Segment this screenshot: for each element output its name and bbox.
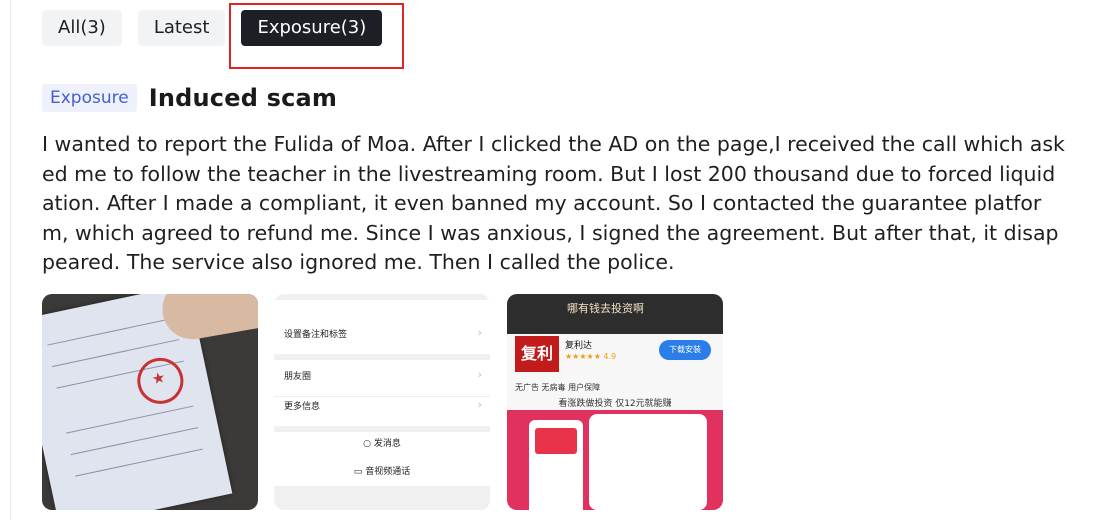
chevron-right-icon: › <box>477 368 482 381</box>
doc-line <box>47 317 175 346</box>
app-logo-icon: 复利 <box>515 336 559 372</box>
doc-line <box>70 427 198 456</box>
tab-latest[interactable]: Latest <box>137 10 226 46</box>
post-category-tag[interactable]: Exposure <box>42 84 137 112</box>
phone-mockup <box>529 420 583 510</box>
phone-screen <box>535 428 577 454</box>
app-rating: ★★★★★ 4.9 <box>565 352 617 361</box>
ad-slogan: 看涨跌做投资 仅12元就能赚 <box>558 399 672 409</box>
chevron-right-icon: › <box>477 326 482 339</box>
post-title[interactable]: Induced scam <box>149 84 337 112</box>
download-button: 下载安装 <box>659 340 711 360</box>
doc-line <box>75 448 203 477</box>
video-banner: 哪有钱去投资啊 <box>507 294 723 334</box>
settings-row-label: 设置备注和标签 <box>284 330 348 340</box>
post-body: I wanted to report the Fulida of Moa. Af… <box>42 132 1065 275</box>
post-image-document-photo[interactable] <box>42 294 258 510</box>
chat-bubble-icon: ○ <box>363 439 371 449</box>
tab-all[interactable]: All(3) <box>42 10 122 46</box>
annotation-highlight-box <box>229 3 404 69</box>
banner-caption: 哪有钱去投资啊 <box>567 302 644 315</box>
post-header: Exposure Induced scam <box>42 84 337 112</box>
app-badges: 无广告 无病毒 用户保障 <box>515 383 601 392</box>
divider <box>274 486 490 510</box>
settings-row-label: 更多信息 <box>284 402 321 412</box>
content-left-border <box>10 0 11 520</box>
post-image-app-ad[interactable]: 哪有钱去投资啊 复利 复利达 ★★★★★ 4.9 下载安装 无广告 无病毒 用户… <box>507 294 723 510</box>
settings-row: 更多信息 › <box>274 390 490 427</box>
doc-line <box>66 405 194 434</box>
chevron-right-icon: › <box>477 398 482 411</box>
promo-banner <box>507 410 723 510</box>
video-camera-icon: ▭ <box>353 467 363 477</box>
settings-row: 设置备注和标签 › <box>274 318 490 355</box>
divider <box>274 426 490 432</box>
settings-row-label: 朋友圈 <box>284 372 312 382</box>
post-image-chat-settings[interactable]: 设置备注和标签 › 朋友圈 › 更多信息 › ○ 发消息 ▭ 音视频通话 <box>274 294 490 510</box>
divider <box>274 294 490 300</box>
send-message-action: ○ 发消息 <box>274 436 490 449</box>
video-call-action: ▭ 音视频通话 <box>274 464 490 477</box>
send-message-label: 发消息 <box>373 439 401 449</box>
video-call-label: 音视频通话 <box>365 467 411 477</box>
phone-mockup <box>589 414 707 510</box>
app-name: 复利达 <box>565 341 593 351</box>
